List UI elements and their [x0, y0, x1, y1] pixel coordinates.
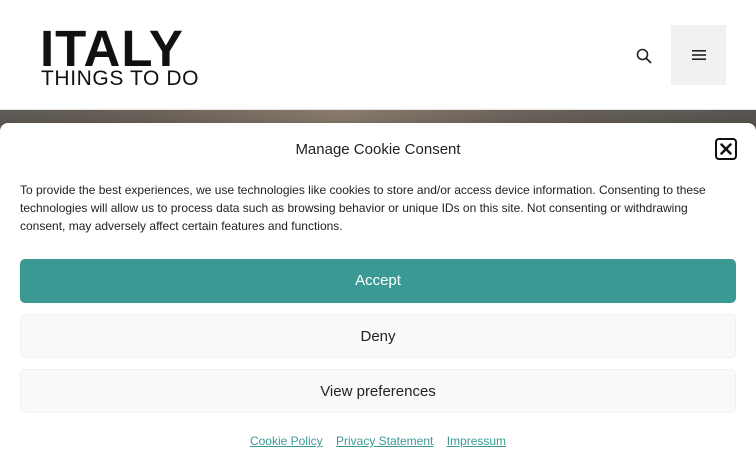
close-button[interactable] [715, 138, 737, 160]
close-icon [720, 143, 732, 155]
cookie-policy-link[interactable]: Cookie Policy [250, 434, 323, 448]
cookie-links: Cookie Policy Privacy Statement Impressu… [0, 434, 756, 448]
site-header: ITALY THINGS TO DO [0, 0, 756, 110]
hamburger-menu-icon [691, 50, 706, 60]
impressum-link[interactable]: Impressum [447, 434, 506, 448]
search-button[interactable] [628, 40, 660, 72]
view-preferences-button[interactable]: View preferences [20, 369, 736, 413]
cookie-message: To provide the best experiences, we use … [20, 183, 706, 233]
accept-button[interactable]: Accept [20, 259, 736, 303]
deny-button[interactable]: Deny [20, 314, 736, 358]
site-logo[interactable]: ITALY THINGS TO DO [40, 22, 215, 92]
cookie-consent-banner: Manage Cookie Consent To provide the bes… [0, 123, 756, 469]
cookie-banner-title: Manage Cookie Consent [295, 141, 461, 158]
privacy-statement-link[interactable]: Privacy Statement [336, 434, 433, 448]
logo-sub-text: THINGS TO DO [41, 67, 200, 90]
menu-toggle-button[interactable] [671, 25, 726, 85]
search-icon [636, 48, 652, 64]
